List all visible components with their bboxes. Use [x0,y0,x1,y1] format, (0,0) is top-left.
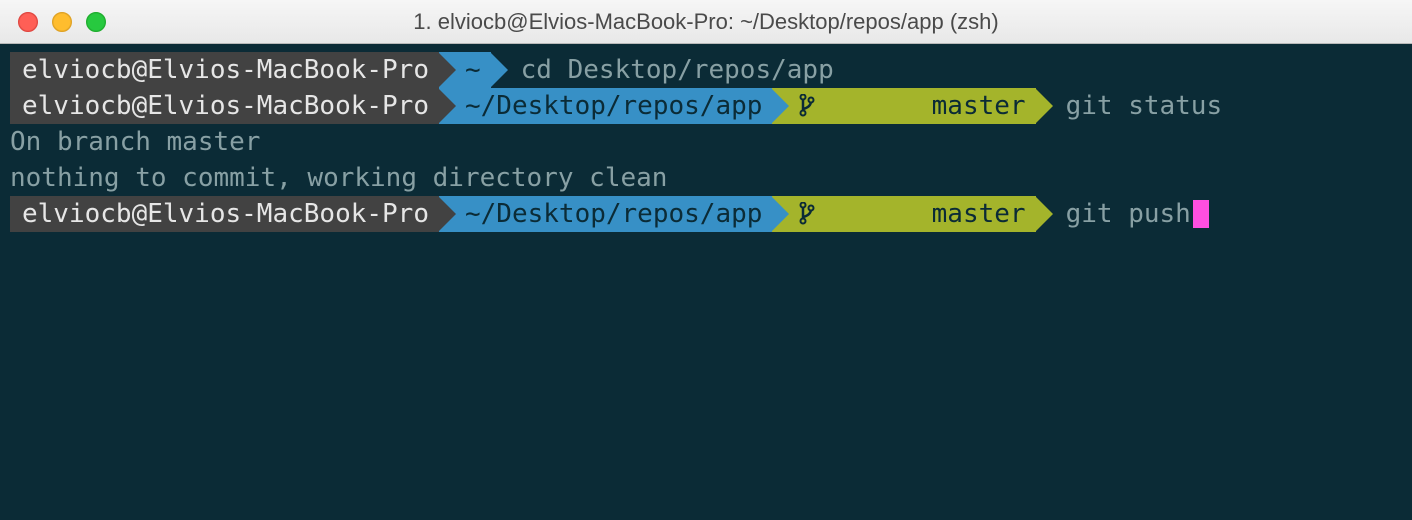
prompt-branch-segment: master [772,88,1035,124]
command-text: cd Desktop/repos/app [491,52,834,88]
powerline-arrow-icon [1035,88,1053,124]
prompt-host: elviocb@Elvios-MacBook-Pro [22,196,429,232]
window-zoom-button[interactable] [86,12,106,32]
prompt-branch-segment: master [772,196,1035,232]
git-branch-icon [798,130,923,298]
terminal-line: elviocb@Elvios-MacBook-Pro ~ cd Desktop/… [10,52,1402,88]
powerline-arrow-icon [771,88,789,124]
terminal[interactable]: elviocb@Elvios-MacBook-Pro ~ cd Desktop/… [0,44,1412,240]
prompt-host: elviocb@Elvios-MacBook-Pro [22,88,429,124]
prompt-branch: master [932,196,1026,232]
prompt-branch: master [932,88,1026,124]
prompt-path-segment: ~/Desktop/repos/app [439,196,772,232]
prompt-path: ~ [465,52,481,88]
powerline-arrow-icon [438,88,456,124]
powerline-arrow-icon [438,52,456,88]
cursor [1193,200,1209,228]
prompt-host-segment: elviocb@Elvios-MacBook-Pro [10,88,439,124]
prompt-host-segment: elviocb@Elvios-MacBook-Pro [10,196,439,232]
terminal-line: elviocb@Elvios-MacBook-Pro ~/Desktop/rep… [10,88,1402,124]
powerline-arrow-icon [438,196,456,232]
powerline-arrow-icon [490,52,508,88]
prompt-path-segment: ~/Desktop/repos/app [439,88,772,124]
prompt-path: ~/Desktop/repos/app [465,88,762,124]
window-minimize-button[interactable] [52,12,72,32]
terminal-line: elviocb@Elvios-MacBook-Pro ~/Desktop/rep… [10,196,1402,232]
terminal-output: nothing to commit, working directory cle… [10,160,1402,196]
prompt-path: ~/Desktop/repos/app [465,196,762,232]
powerline-arrow-icon [1035,196,1053,232]
window-titlebar: 1. elviocb@Elvios-MacBook-Pro: ~/Desktop… [0,0,1412,44]
terminal-output: On branch master [10,124,1402,160]
powerline-arrow-icon [771,196,789,232]
traffic-lights [18,12,106,32]
command-input[interactable]: git push [1036,196,1209,232]
command-text: git push [1066,196,1191,232]
prompt-host: elviocb@Elvios-MacBook-Pro [22,52,429,88]
prompt-host-segment: elviocb@Elvios-MacBook-Pro [10,52,439,88]
window-title: 1. elviocb@Elvios-MacBook-Pro: ~/Desktop… [0,9,1412,35]
command-text: git status [1036,88,1223,124]
window-close-button[interactable] [18,12,38,32]
